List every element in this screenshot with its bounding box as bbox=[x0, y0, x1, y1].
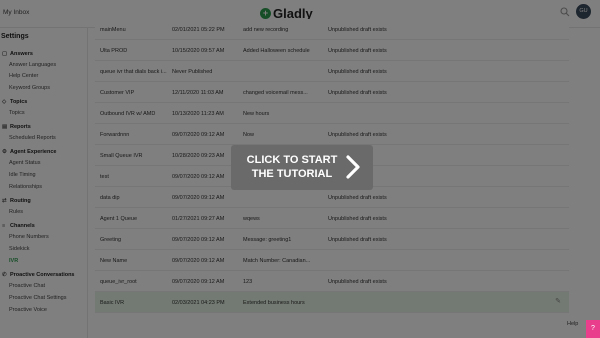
question-icon[interactable]: ? bbox=[586, 320, 600, 338]
help-link[interactable]: Help bbox=[567, 321, 578, 327]
start-tutorial-button[interactable]: CLICK TO START THE TUTORIAL bbox=[231, 145, 373, 190]
chevron-right-icon bbox=[346, 155, 360, 179]
tutorial-label: CLICK TO START THE TUTORIAL bbox=[246, 154, 338, 180]
